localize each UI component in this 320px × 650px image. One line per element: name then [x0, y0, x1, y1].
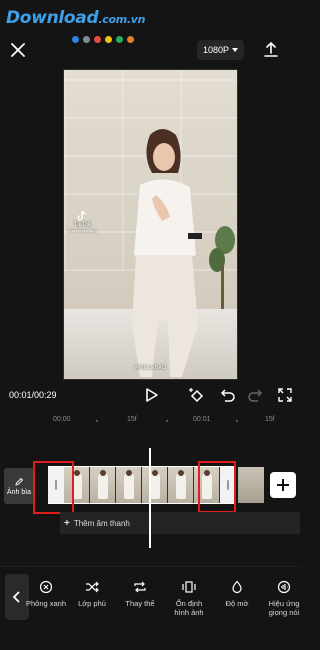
add-audio-button[interactable]: + Thêm âm thanh — [64, 514, 130, 532]
thumbnail-head — [178, 470, 184, 476]
watermark-dot — [94, 36, 101, 43]
watermark-dot — [72, 36, 79, 43]
thumbnail-head — [152, 470, 158, 476]
next-clip-thumbnail[interactable] — [238, 467, 264, 503]
watermark-dots — [72, 36, 134, 43]
undo-button[interactable] — [218, 386, 236, 404]
redo-button[interactable] — [247, 386, 265, 404]
ruler-label: 15f — [127, 416, 137, 423]
add-audio-label: Thêm âm thanh — [73, 518, 130, 528]
playhead[interactable] — [149, 448, 151, 548]
watermark-dot — [105, 36, 112, 43]
tool-stabilize[interactable]: Ổn định hình ảnh — [163, 580, 215, 618]
tool-opacity[interactable]: Độ mờ — [211, 580, 263, 608]
clip-thumbnail — [90, 467, 116, 503]
tool-voice-effect[interactable]: Hiệu ứng giọng nói — [258, 580, 310, 618]
x-circle-icon — [39, 580, 53, 594]
tool-label: Thay thế — [125, 599, 155, 608]
tool-label: Độ mờ — [225, 599, 249, 608]
tool-label: Phông xanh — [25, 599, 67, 608]
redo-icon — [248, 389, 263, 402]
plus-icon: + — [64, 517, 70, 529]
caret-down-icon — [232, 48, 239, 52]
tool-chroma-key[interactable]: Phông xanh — [20, 580, 72, 608]
play-button[interactable] — [142, 386, 160, 404]
watermark-dot — [83, 36, 90, 43]
thumbnail-figure — [150, 473, 160, 499]
add-clip-button[interactable] — [270, 472, 296, 498]
shuffle-icon — [86, 581, 99, 593]
resolution-dropdown[interactable]: 1080P — [197, 40, 245, 60]
thumbnail-figure — [176, 473, 186, 499]
watermark-suffix: .com.vn — [98, 13, 146, 26]
tool-label: Lớp phủ — [78, 599, 106, 608]
tiktok-username: @kimlebaovang — [68, 228, 97, 233]
stabilize-icon — [182, 581, 196, 593]
undo-icon — [220, 389, 235, 402]
watermark-dot — [116, 36, 123, 43]
clip-thumbnails — [64, 467, 220, 503]
replace-icon — [134, 581, 146, 593]
clip-thumbnail — [142, 467, 168, 503]
tiktok-watermark: TikTok @kimlebaovang — [68, 210, 97, 233]
highlight-box-right — [198, 461, 236, 513]
tiktok-logo-icon — [77, 210, 87, 221]
tool-overlay[interactable]: Lớp phủ — [66, 580, 118, 608]
tool-replace[interactable]: Thay thế — [114, 580, 166, 608]
fullscreen-button[interactable] — [276, 386, 294, 404]
highlight-box-left — [33, 461, 74, 514]
play-icon — [146, 388, 158, 402]
keyframe-add-icon — [189, 388, 204, 403]
video-caption: AKIMLEBAO — [134, 365, 167, 371]
site-watermark: Download.com.vn — [6, 8, 156, 43]
thumbnail-figure — [98, 473, 108, 499]
export-button[interactable] — [261, 40, 281, 60]
clip-thumbnail — [116, 467, 142, 503]
close-button[interactable] — [8, 40, 28, 60]
close-icon — [11, 43, 25, 57]
timeline-ruler: 00:00 15f 00:01 15f — [0, 412, 300, 432]
ruler-label: 00:01 — [193, 416, 211, 423]
ruler-label: 00:00 — [53, 416, 71, 423]
fullscreen-icon — [278, 388, 292, 402]
ruler-dot — [236, 420, 238, 422]
keyframe-button[interactable] — [188, 386, 206, 404]
ruler-label: 15f — [265, 416, 275, 423]
plus-icon — [277, 479, 289, 491]
cover-button[interactable]: Ảnh bìa — [4, 468, 34, 504]
opacity-icon — [232, 580, 242, 594]
export-icon — [264, 42, 278, 57]
tool-label: Ổn định hình ảnh — [174, 599, 204, 618]
ruler-dot — [96, 420, 98, 422]
watermark-text: Download.com.vn — [6, 8, 145, 28]
person-graphic — [132, 129, 202, 377]
voice-effect-icon — [277, 580, 291, 594]
thumbnail-figure — [124, 473, 134, 499]
cover-label: Ảnh bìa — [6, 488, 32, 496]
ruler-dot — [166, 420, 168, 422]
thumbnail-head — [100, 470, 106, 476]
watermark-dot — [127, 36, 134, 43]
tool-label: Hiệu ứng giọng nói — [268, 599, 300, 618]
video-preview[interactable]: TikTok @kimlebaovang AKIMLEBAO — [63, 69, 238, 380]
time-display: 00:01/00:29 — [9, 390, 57, 400]
thumbnail-head — [74, 470, 80, 476]
resolution-label: 1080P — [203, 45, 230, 55]
pencil-icon — [15, 477, 24, 486]
watermark-brand: Download — [6, 8, 99, 28]
clip-thumbnail — [168, 467, 194, 503]
thumbnail-head — [126, 470, 132, 476]
